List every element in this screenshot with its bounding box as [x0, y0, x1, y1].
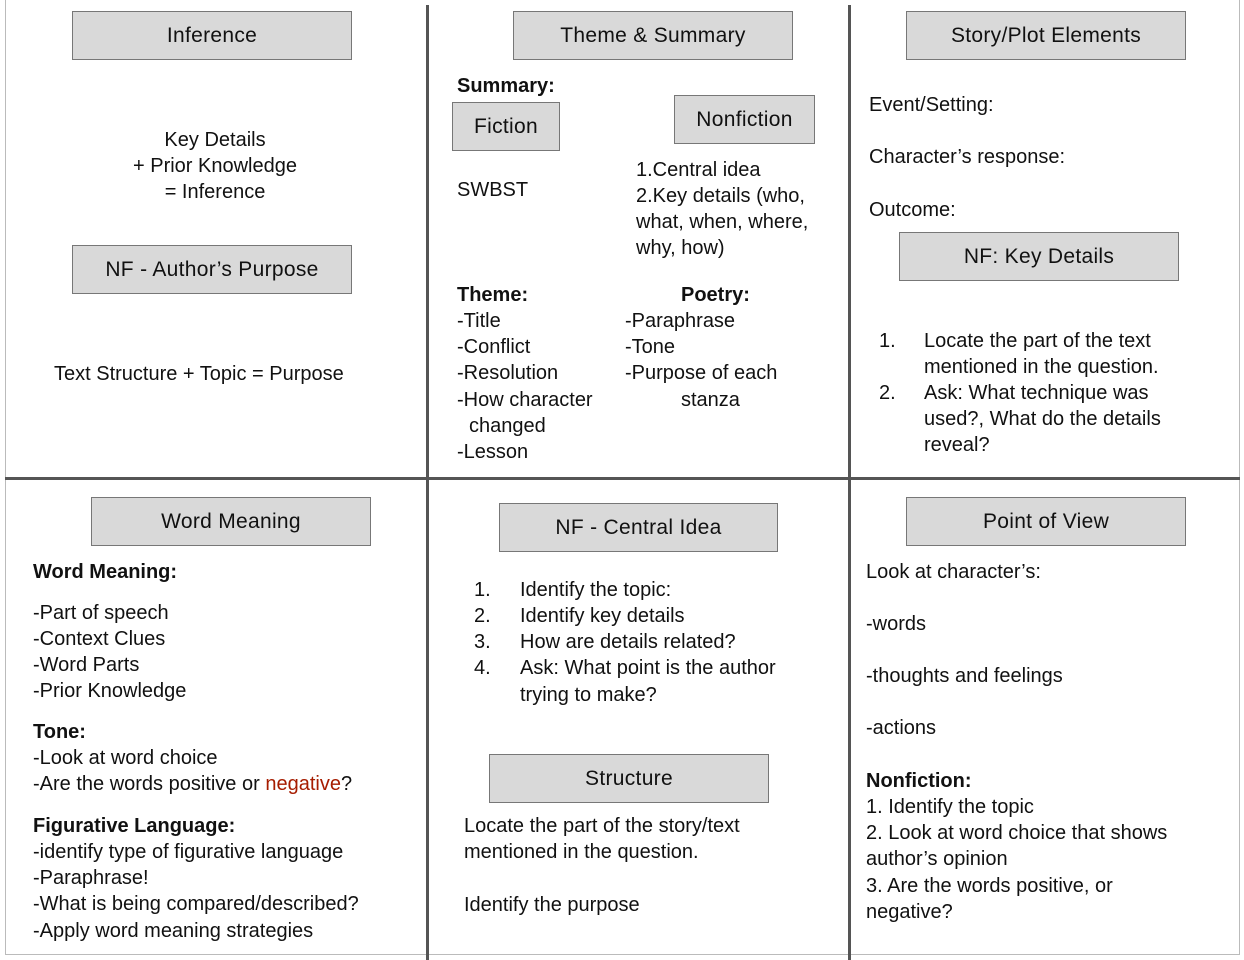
- tone-line: -Look at word choice: [33, 747, 218, 769]
- structure-line: Locate the part of the story/text: [464, 815, 740, 837]
- fiction-text: SWBST: [457, 179, 529, 201]
- word-meaning-line: -Word Parts: [33, 654, 140, 676]
- step-number: 1.: [879, 330, 896, 352]
- structure-header: Structure: [489, 754, 769, 803]
- step-line: Identify key details: [520, 605, 685, 627]
- figurative-line: -identify type of figurative language: [33, 841, 344, 863]
- author-purpose-header: NF - Author’s Purpose: [72, 245, 352, 294]
- tone-text: ?: [340, 773, 353, 795]
- central-idea-header: NF - Central Idea: [499, 503, 778, 552]
- story-line: Character’s response:: [869, 146, 1066, 168]
- story-line: Event/Setting:: [869, 94, 994, 116]
- step-line: How are details related?: [520, 631, 736, 653]
- step-number: 2.: [879, 382, 896, 404]
- step-line: Locate the part of the text: [924, 330, 1151, 352]
- theme-line: changed: [469, 415, 546, 437]
- structure-line: mentioned in the question.: [464, 841, 699, 863]
- step-line: Ask: What technique was: [924, 382, 1149, 404]
- row-divider: [5, 477, 1240, 480]
- nonfiction-line: 3. Are the words positive, or: [866, 875, 1113, 897]
- step-number: 1.: [474, 579, 491, 601]
- pov-line: -thoughts and feelings: [866, 665, 1063, 687]
- step-line: trying to make?: [520, 684, 657, 706]
- poetry-line: -Tone: [625, 336, 676, 358]
- summary-label: Summary:: [457, 75, 555, 97]
- theme-line: -Title: [457, 310, 501, 332]
- figurative-line: -What is being compared/described?: [33, 893, 359, 915]
- step-number: 4.: [474, 657, 491, 679]
- story-line: Outcome:: [869, 199, 956, 221]
- theme-line: -Lesson: [457, 441, 529, 463]
- poetry-line: -Paraphrase: [625, 310, 736, 332]
- tone-text: -Are the words positive or: [33, 773, 266, 795]
- pov-line: -actions: [866, 717, 937, 739]
- word-meaning-line: -Part of speech: [33, 602, 169, 624]
- figurative-label: Figurative Language:: [33, 815, 236, 837]
- theme-label: Theme:: [457, 284, 529, 306]
- inference-header: Inference: [72, 11, 352, 60]
- step-number: 3.: [474, 631, 491, 653]
- nonfiction-label: Nonfiction:: [866, 770, 972, 792]
- formula-line: Key Details: [164, 129, 266, 151]
- structure-purpose: Identify the purpose: [464, 894, 640, 916]
- theme-line: -Resolution: [457, 362, 559, 384]
- word-meaning-line: -Context Clues: [33, 628, 166, 650]
- purpose-formula: Text Structure + Topic = Purpose: [54, 363, 344, 385]
- pov-line: Look at character’s:: [866, 561, 1041, 583]
- point-of-view-header: Point of View: [906, 497, 1186, 546]
- nonfiction-line: what, when, where,: [636, 211, 809, 233]
- word-meaning-line: -Prior Knowledge: [33, 680, 187, 702]
- word-meaning-label: Word Meaning:: [33, 561, 178, 583]
- word-meaning-header: Word Meaning: [91, 497, 371, 546]
- nonfiction-line: why, how): [636, 237, 725, 259]
- nonfiction-line: author’s opinion: [866, 848, 1008, 870]
- formula-line: + Prior Knowledge: [133, 155, 297, 177]
- nonfiction-line: negative?: [866, 901, 953, 923]
- nonfiction-line: 2. Look at word choice that shows: [866, 822, 1168, 844]
- tone-label: Tone:: [33, 721, 86, 743]
- step-line: Ask: What point is the author: [520, 657, 776, 679]
- fiction-label: Fiction: [452, 102, 560, 151]
- pov-line: -words: [866, 613, 927, 635]
- figurative-line: -Paraphrase!: [33, 867, 149, 889]
- step-line: mentioned in the question.: [924, 356, 1159, 378]
- step-line: reveal?: [924, 434, 990, 456]
- nonfiction-line: 1.Central idea: [636, 159, 761, 181]
- theme-line: -How character: [457, 389, 593, 411]
- key-details-header: NF: Key Details: [899, 232, 1179, 281]
- figurative-line: -Apply word meaning strategies: [33, 920, 314, 942]
- nonfiction-line: 2.Key details (who,: [636, 185, 805, 207]
- step-line: Identify the topic:: [520, 579, 672, 601]
- step-line: used?, What do the details: [924, 408, 1161, 430]
- nonfiction-label: Nonfiction: [674, 95, 815, 144]
- column-divider: [426, 5, 429, 960]
- column-divider: [848, 5, 851, 960]
- formula-line: = Inference: [164, 181, 266, 203]
- tone-line: -Are the words positive or negative?: [33, 771, 352, 797]
- story-plot-header: Story/Plot Elements: [906, 11, 1186, 60]
- theme-summary-header: Theme & Summary: [513, 11, 793, 60]
- nonfiction-line: 1. Identify the topic: [866, 796, 1034, 818]
- poetry-line: stanza: [681, 389, 740, 411]
- theme-line: -Conflict: [457, 336, 531, 358]
- poetry-line: -Purpose of each: [625, 362, 778, 384]
- step-number: 2.: [474, 605, 491, 627]
- poetry-label: Poetry:: [681, 284, 750, 306]
- negative-highlight: negative: [265, 773, 341, 795]
